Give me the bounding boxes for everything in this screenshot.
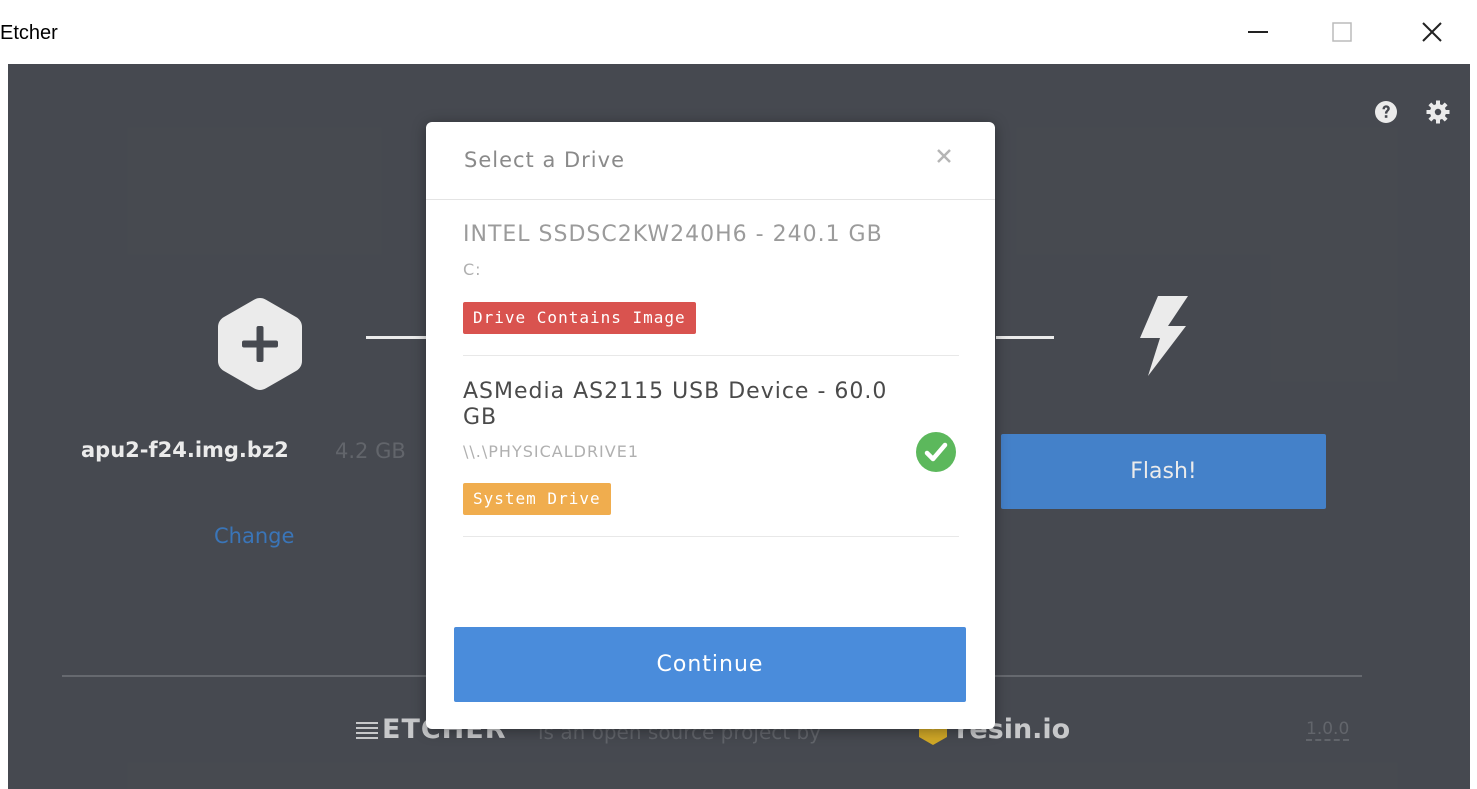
window-titlebar: Etcher	[0, 0, 1477, 64]
close-window-button[interactable]	[1390, 0, 1474, 64]
window-title: Etcher	[0, 22, 58, 44]
drive-path: C:	[463, 260, 482, 279]
checkmark-icon	[916, 432, 956, 472]
maximize-icon	[1332, 22, 1352, 42]
drive-name: INTEL SSDSC2KW240H6 - 240.1 GB	[463, 222, 883, 247]
drive-list-item[interactable]: INTEL SSDSC2KW240H6 - 240.1 GB C: Drive …	[463, 222, 959, 356]
drive-name: ASMedia AS2115 USB Device - 60.0 GB	[463, 379, 888, 430]
drive-list-item[interactable]: ASMedia AS2115 USB Device - 60.0 GB \\.\…	[463, 377, 959, 537]
select-drive-modal: Select a Drive INTEL SSDSC2KW240H6 - 240…	[426, 122, 995, 729]
window-edge	[1470, 0, 1477, 789]
drive-status-badge: Drive Contains Image	[463, 302, 696, 334]
drive-status-badge: System Drive	[463, 483, 611, 515]
close-icon	[1422, 22, 1442, 42]
modal-header: Select a Drive	[426, 122, 995, 200]
modal-title: Select a Drive	[464, 148, 625, 172]
continue-button[interactable]: Continue	[454, 627, 966, 702]
maximize-button[interactable]	[1300, 0, 1384, 64]
modal-close-button[interactable]	[932, 144, 956, 168]
minimize-icon	[1248, 31, 1268, 33]
minimize-button[interactable]	[1216, 0, 1300, 64]
drive-path: \\.\PHYSICALDRIVE1	[463, 442, 640, 461]
close-icon	[937, 149, 951, 163]
